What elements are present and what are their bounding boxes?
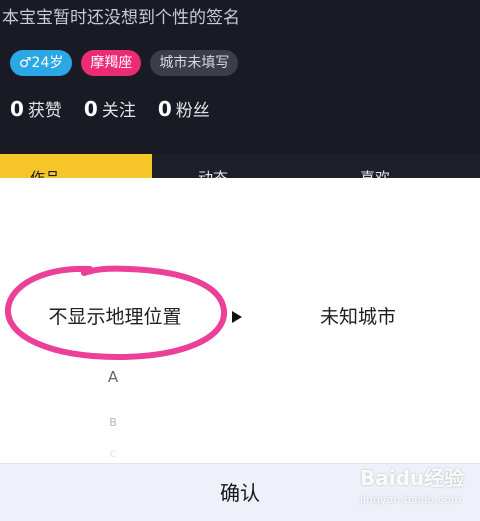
selected-city[interactable]: 未知城市 [268,302,448,332]
watermark-sub: jingyan.baidu.com [360,493,462,506]
likes-count: 0 [10,97,24,121]
profile-signature: 本宝宝暂时还没想到个性的签名 [2,8,240,28]
confirm-button[interactable]: 确认 [170,474,310,512]
index-letter-c: C [109,450,117,460]
likes-stat[interactable]: 0 获赞 [10,96,62,124]
profile-stats: 0 获赞 0 关注 0 粉丝 [10,96,210,124]
tab-activity-label: 动态 [198,169,229,178]
profile-tab-strip: 作品 动态 喜欢 [0,154,480,178]
index-letter-b: B [109,416,117,429]
following-count: 0 [83,97,98,121]
highlight-circle-annotation [4,265,227,361]
watermark-main: Baidu经验 [360,466,465,490]
index-letter-a: A [107,368,119,386]
tab-works[interactable]: 作品 [0,154,152,178]
age-tag[interactable]: ♂24岁 [10,50,73,76]
zodiac-tag[interactable]: 摩羯座 [81,50,142,76]
tab-likes-label: 喜欢 [360,169,391,178]
region-wheel[interactable]: 不显示地理位置 A B C [0,178,240,463]
tab-likes[interactable]: 喜欢 [360,154,430,178]
following-label: 关注 [101,101,136,121]
followers-label: 粉丝 [175,101,210,121]
tab-works-label: 作品 [30,169,61,178]
followers-stat[interactable]: 0 粉丝 [158,96,210,124]
city-wheel[interactable]: 未知城市 [240,178,480,463]
followers-count: 0 [157,97,172,121]
city-tag[interactable]: 城市未填写 [150,50,239,76]
baidu-watermark: Baidu经验 jingyan.baidu.com [360,462,472,512]
following-stat[interactable]: 0 关注 [84,96,136,124]
likes-label: 获赞 [27,101,62,121]
profile-header: 本宝宝暂时还没想到个性的签名 ♂24岁 摩羯座 城市未填写 0 获赞 0 关注 … [0,0,480,178]
profile-tags: ♂24岁 摩羯座 城市未填写 [10,50,239,76]
tab-activity[interactable]: 动态 [198,154,268,178]
